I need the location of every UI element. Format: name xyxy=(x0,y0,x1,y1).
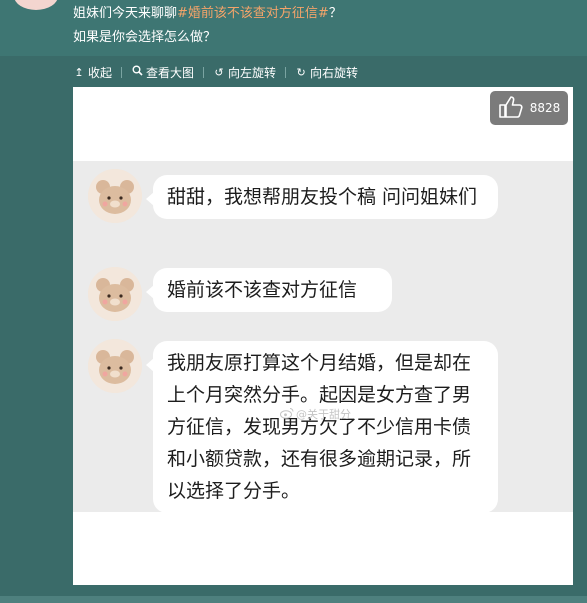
bear-avatar xyxy=(88,169,142,223)
post-header: 姐妹们今天来聊聊#婚前该不该查对方征信#？ 如果是你会选择怎么做？ xyxy=(0,0,587,56)
search-icon xyxy=(131,65,143,79)
toolbar-divider xyxy=(121,66,123,78)
post-image[interactable]: 8828 甜甜，我想帮朋友投个稿 问问姐妹们 婚前该不该查对方征信 我朋友原打算… xyxy=(73,87,573,585)
chat-bubble: 婚前该不该查对方征信 xyxy=(146,268,392,312)
watermark: @关于甜分 xyxy=(280,406,351,422)
thumbs-up-icon xyxy=(498,95,524,122)
user-avatar[interactable] xyxy=(14,0,58,10)
rotate-right-label: 向右旋转 xyxy=(310,65,359,80)
rotate-right-icon: ↻ xyxy=(296,65,306,79)
rotate-left-label: 向左旋转 xyxy=(228,65,277,80)
chat-bubble: 甜甜，我想帮朋友投个稿 问问姐妹们 xyxy=(146,175,498,219)
like-badge: 8828 xyxy=(490,91,568,125)
image-toolbar: ↥ 收起 查看大图 ↺ 向左旋转 ↻ 向右旋转 xyxy=(73,63,358,81)
chat-screenshot: 甜甜，我想帮朋友投个稿 问问姐妹们 婚前该不该查对方征信 我朋友原打算这个月结婚… xyxy=(73,161,573,513)
toolbar-divider xyxy=(203,66,205,78)
post-text-suffix: ？ xyxy=(328,6,342,21)
view-large-button[interactable]: 查看大图 xyxy=(131,64,194,81)
hashtag-link[interactable]: #婚前该不该查对方征信# xyxy=(177,6,329,21)
bottom-band xyxy=(0,596,587,603)
view-large-label: 查看大图 xyxy=(146,65,195,80)
like-count: 8828 xyxy=(529,101,561,115)
rotate-right-button[interactable]: ↻ 向右旋转 xyxy=(295,64,358,81)
chat-bubble: 我朋友原打算这个月结婚，但是却在上个月突然分手。起因是女方查了男方征信，发现男方… xyxy=(146,341,498,513)
weibo-icon xyxy=(280,407,294,422)
post-text-line-1: 姐妹们今天来聊聊#婚前该不该查对方征信#？ xyxy=(73,6,342,22)
rotate-left-button[interactable]: ↺ 向左旋转 xyxy=(213,64,276,81)
post-text: 姐妹们今天来聊聊 xyxy=(73,6,178,21)
arrow-up-icon: ↥ xyxy=(74,65,84,79)
bear-avatar xyxy=(88,267,142,321)
rotate-left-icon: ↺ xyxy=(214,65,224,79)
collapse-label: 收起 xyxy=(88,65,113,80)
collapse-button[interactable]: ↥ 收起 xyxy=(73,64,112,81)
watermark-text: @关于甜分 xyxy=(296,408,351,421)
bear-avatar xyxy=(88,339,142,393)
toolbar-divider xyxy=(285,66,287,78)
post-text-line-2: 如果是你会选择怎么做？ xyxy=(73,30,217,45)
